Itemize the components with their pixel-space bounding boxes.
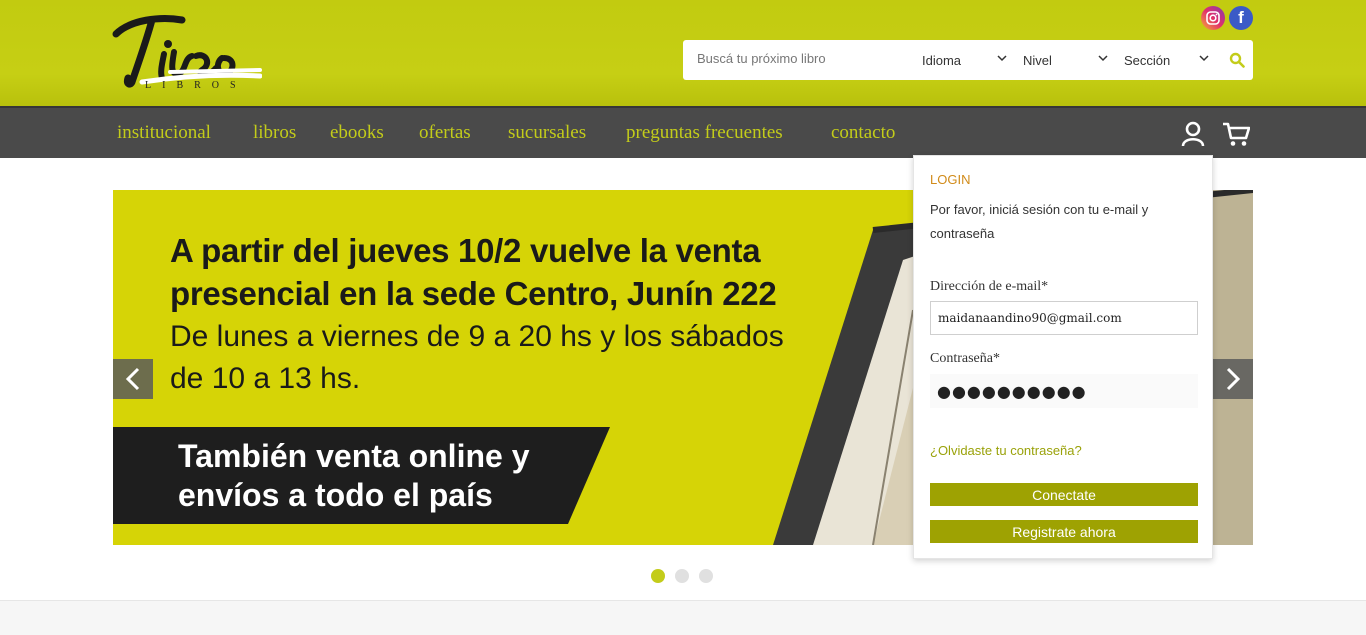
login-title: LOGIN (930, 172, 971, 187)
carousel-dot-1[interactable] (651, 569, 665, 583)
chevron-right-icon (1226, 367, 1241, 391)
instagram-icon[interactable] (1201, 6, 1225, 30)
chevron-down-icon (1199, 55, 1209, 62)
email-label: Dirección de e-mail* (930, 279, 1049, 294)
nivel-select[interactable]: Nivel (1023, 53, 1052, 68)
carousel-dots (651, 569, 713, 583)
nav-item-institucional[interactable]: institucional (117, 122, 211, 144)
search-input[interactable] (697, 51, 897, 66)
chevron-left-icon (125, 367, 140, 391)
forgot-password-link[interactable]: ¿Olvidaste tu contraseña? (930, 443, 1082, 458)
banner-text-4: de 10 a 13 hs. (170, 362, 361, 395)
connect-button[interactable]: Conectate (930, 483, 1198, 506)
nav-item-sucursales[interactable]: sucursales (508, 122, 586, 144)
cart-icon[interactable] (1222, 121, 1250, 147)
nav-item-contacto[interactable]: contacto (831, 122, 895, 144)
banner-band-text-1: También venta online y (178, 438, 530, 474)
register-button[interactable]: Registrate ahora (930, 520, 1198, 543)
banner-band-text-2: envíos a todo el país (178, 477, 493, 513)
search-bar: Idioma Nivel Sección (683, 40, 1253, 80)
nav-item-ofertas[interactable]: ofertas (419, 122, 471, 144)
login-description: Por favor, iniciá sesión con tu e-mail y… (930, 202, 1149, 241)
password-label: Contraseña* (930, 351, 1000, 366)
banner-headline-1: A partir del jueves 10/2 vuelve la venta (170, 232, 761, 269)
user-icon[interactable] (1180, 121, 1206, 147)
facebook-icon[interactable]: f (1229, 6, 1253, 30)
nav-item-ebooks[interactable]: ebooks (330, 122, 384, 144)
email-field[interactable] (930, 301, 1198, 335)
carousel-next-button[interactable] (1213, 359, 1253, 399)
seccion-select[interactable]: Sección (1124, 53, 1170, 68)
nav-item-libros[interactable]: libros (253, 122, 296, 144)
carousel-prev-button[interactable] (113, 359, 153, 399)
carousel-dot-2[interactable] (675, 569, 689, 583)
footer-strip (0, 600, 1366, 635)
banner-headline-2: presencial en la sede Centro, Junín 222 (170, 275, 777, 312)
idioma-select[interactable]: Idioma (922, 53, 961, 68)
main-nav: institucional libros ebooks ofertas sucu… (0, 106, 1366, 158)
banner-text-3: De lunes a viernes de 9 a 20 hs y los sá… (170, 320, 784, 353)
logo-subtitle: LIBROS (145, 80, 247, 91)
chevron-down-icon (997, 55, 1007, 62)
login-dropdown: LOGIN Por favor, iniciá sesión con tu e-… (913, 155, 1213, 559)
chevron-down-icon (1098, 55, 1108, 62)
site-header: LIBROS f Idioma Nivel Sección (0, 0, 1366, 106)
carousel-dot-3[interactable] (699, 569, 713, 583)
nav-item-preguntas-frecuentes[interactable]: preguntas frecuentes (626, 122, 783, 144)
search-icon[interactable] (1229, 52, 1245, 68)
password-field[interactable] (930, 374, 1198, 408)
